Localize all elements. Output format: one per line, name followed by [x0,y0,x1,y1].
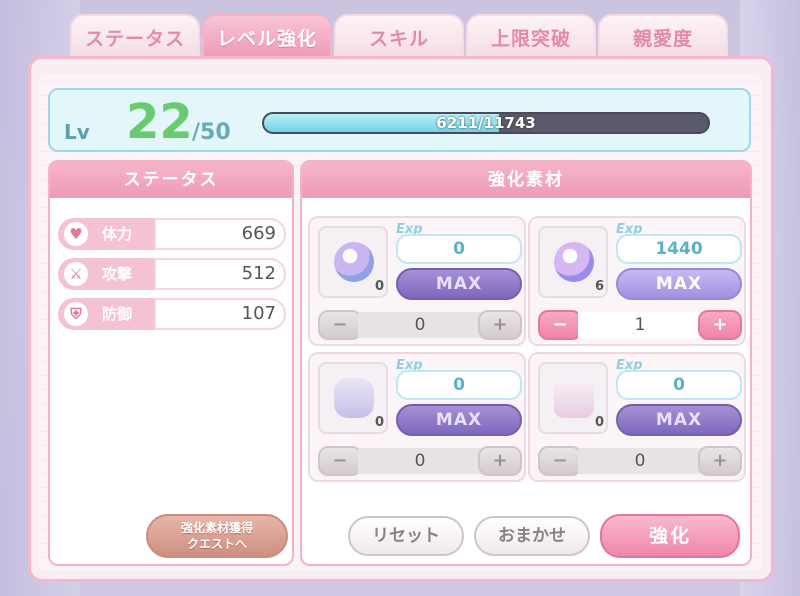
exp-progress-text: 6211/11743 [436,114,536,132]
tab-skill[interactable]: スキル [334,14,464,58]
twin-gem-icon [554,242,594,282]
max-button[interactable]: MAX [396,404,522,436]
material-card-3: 0 Exp 0 MAX − 0 + [308,352,526,482]
level-max: /50 [192,120,231,145]
tab-limit-break[interactable]: 上限突破 [466,14,596,58]
material-card-1: 0 Exp 0 MAX − 0 + [308,216,526,346]
material-card-4: 0 Exp 0 MAX − 0 + [528,352,746,482]
material-quest-button[interactable]: 強化素材獲得 クエストへ [146,514,288,558]
stat-row-hp: ♥ 体力 669 [58,218,286,250]
quantity-stepper: − 0 + [318,310,522,340]
level-label: Lv [64,120,90,144]
stat-value-defense: 107 [154,298,286,330]
material-card-2: 6 Exp 1440 MAX − 1 + [528,216,746,346]
max-button[interactable]: MAX [616,268,742,300]
material-exp-value: 0 [396,234,522,264]
material-item-4[interactable]: 0 [538,362,608,434]
stat-label-text: 防御 [102,305,133,323]
materials-panel: 強化素材 0 Exp 0 MAX − 0 + 6 Exp 1440 MAX − … [300,160,752,566]
tab-affection[interactable]: 親愛度 [598,14,728,58]
reset-button[interactable]: リセット [348,516,464,556]
material-item-1[interactable]: 0 [318,226,388,298]
level-box: Lv 22 /50 6211/11743 [48,88,751,152]
stat-row-defense: ⛨ 防御 107 [58,298,286,330]
quantity-stepper: − 0 + [538,446,742,476]
decrement-button[interactable]: − [318,310,362,340]
strengthen-button[interactable]: 強化 [600,514,740,558]
quantity-value: 0 [578,448,702,474]
material-count: 0 [374,415,384,430]
increment-button[interactable]: + [478,446,522,476]
stat-label-text: 体力 [102,225,133,243]
stat-value-hp: 669 [154,218,286,250]
stat-value-attack: 512 [154,258,286,290]
exp-progress-bar: 6211/11743 [262,112,710,134]
status-panel: ステータス ♥ 体力 669 ⚔ 攻撃 512 ⛨ 防御 107 強化素材獲得 … [48,160,294,566]
increment-button[interactable]: + [478,310,522,340]
material-count: 6 [594,279,604,294]
level-current: 22 [126,94,193,150]
heart-icon: ♥ [64,222,88,246]
decrement-button[interactable]: − [538,310,582,340]
quantity-value: 0 [358,312,482,338]
quantity-stepper: − 0 + [318,446,522,476]
max-button[interactable]: MAX [396,268,522,300]
stat-row-attack: ⚔ 攻撃 512 [58,258,286,290]
increment-button[interactable]: + [698,446,742,476]
material-count: 0 [374,279,384,294]
decrement-button[interactable]: − [318,446,362,476]
material-exp-value: 0 [396,370,522,400]
auto-select-button[interactable]: おまかせ [474,516,590,556]
material-item-2[interactable]: 6 [538,226,608,298]
stat-label-attack: ⚔ 攻撃 [58,258,158,290]
stat-label-text: 攻撃 [102,265,133,283]
increment-button[interactable]: + [698,310,742,340]
teacup-icon [554,378,594,418]
quantity-stepper: − 1 + [538,310,742,340]
quantity-value: 0 [358,448,482,474]
material-quest-label: 強化素材獲得 クエストへ [180,521,253,551]
stat-label-hp: ♥ 体力 [58,218,158,250]
material-exp-value: 0 [616,370,742,400]
tab-status[interactable]: ステータス [70,14,200,58]
jar-icon [334,378,374,418]
max-button[interactable]: MAX [616,404,742,436]
material-exp-value: 1440 [616,234,742,264]
stat-label-defense: ⛨ 防御 [58,298,158,330]
shield-icon: ⛨ [64,302,88,326]
tab-bar: ステータス レベル強化 スキル 上限突破 親愛度 [70,14,730,58]
status-header: ステータス [50,162,292,198]
quantity-value: 1 [578,312,702,338]
materials-header: 強化素材 [302,162,750,198]
tab-level-up[interactable]: レベル強化 [202,14,332,58]
decrement-button[interactable]: − [538,446,582,476]
material-count: 0 [594,415,604,430]
sword-icon: ⚔ [64,262,88,286]
material-item-3[interactable]: 0 [318,362,388,434]
small-gem-icon [334,242,374,282]
